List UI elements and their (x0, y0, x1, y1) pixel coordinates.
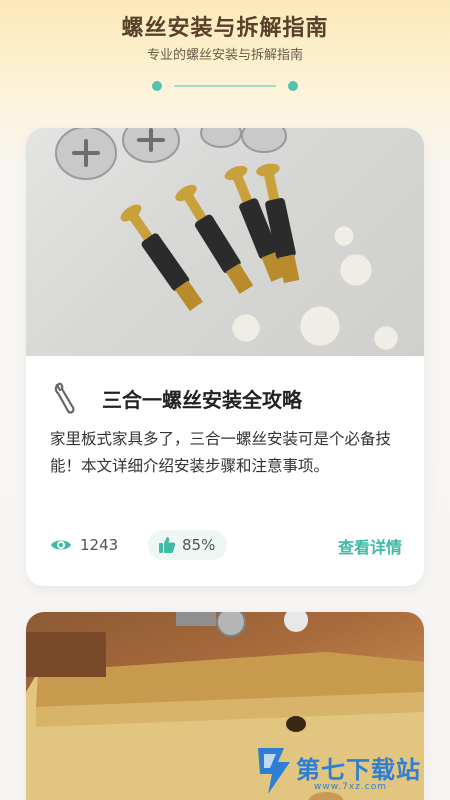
eye-icon (51, 540, 71, 550)
article-title-row: 三合一螺丝安装全攻略 (50, 380, 410, 416)
divider-line (174, 85, 276, 87)
views-count: 1243 (80, 536, 119, 554)
view-details-button[interactable]: 查看详情 (338, 534, 402, 558)
watermark-logo: 第七下载站 www.7xz.com (254, 744, 450, 800)
header-divider (152, 80, 298, 92)
article-image[interactable] (26, 128, 424, 356)
page-subtitle: 专业的螺丝安装与拆解指南 (146, 48, 303, 63)
divider-dot-left (152, 81, 162, 91)
watermark-url: www.7xz.com (314, 782, 387, 792)
likes-percent: 85% (182, 536, 216, 554)
article-description: 家里板式家具多了，三合一螺丝安装可是个必备技能！本文详细介绍安装步骤和注意事项。 (50, 430, 392, 475)
thumbs-up-icon (159, 537, 176, 553)
views-counter: 1243 (50, 534, 118, 556)
likes-badge[interactable]: 85% (148, 530, 228, 560)
article-title[interactable]: 三合一螺丝安装全攻略 (102, 384, 302, 413)
watermark-icon (258, 748, 290, 794)
page-title: 螺丝安装与拆解指南 (121, 16, 329, 41)
divider-dot-right (288, 81, 298, 91)
wrench-icon (54, 382, 75, 414)
article-stats: 1243 85% 查看详情 (46, 530, 406, 560)
page-header: 螺丝安装与拆解指南 专业的螺丝安装与拆解指南 (0, 0, 450, 110)
watermark-text: 第七下载站 (296, 756, 421, 784)
article-card[interactable]: 三合一螺丝安装全攻略 家里板式家具多了，三合一螺丝安装可是个必备技能！本文详细介… (26, 128, 424, 586)
screws-illustration (55, 128, 399, 351)
